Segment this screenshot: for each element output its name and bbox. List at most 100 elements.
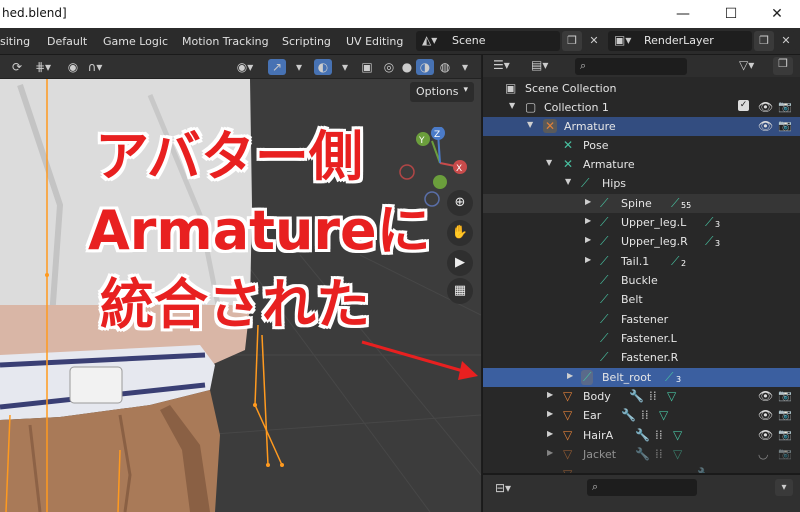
- list-item[interactable]: ▽ 🔧: [483, 465, 800, 473]
- expand-arrow-icon[interactable]: ▶: [567, 371, 573, 380]
- editor-type-icon[interactable]: ⊟▾: [495, 481, 511, 495]
- tab-sculpting[interactable]: siting: [0, 35, 30, 48]
- overlays-icon[interactable]: ◐: [314, 59, 332, 75]
- copy-scene-icon[interactable]: ❐: [562, 31, 582, 51]
- list-item[interactable]: ▶ ⟋ Upper_leg.L ⟋ 3: [483, 213, 800, 232]
- expand-arrow-icon[interactable]: ▼: [565, 177, 571, 186]
- properties-search-input[interactable]: ⌕: [587, 479, 697, 496]
- eye-icon[interactable]: 👁: [758, 408, 773, 422]
- list-item[interactable]: ▶ ⟋ Belt_root ⟋ 3: [483, 368, 800, 387]
- display-mode-icon[interactable]: ▤▾: [531, 58, 548, 72]
- chevron-down-icon[interactable]: ▾: [775, 479, 793, 496]
- list-item[interactable]: ⟋ Fastener.R: [483, 348, 800, 367]
- eye-icon[interactable]: 👁: [758, 428, 773, 442]
- editor-type-icon[interactable]: ☰▾: [493, 58, 510, 72]
- pose-icon: ✕: [563, 138, 574, 152]
- camera-icon[interactable]: 📷: [778, 428, 792, 441]
- camera-icon[interactable]: 📷: [778, 100, 792, 113]
- list-item[interactable]: ▼ ▢ Collection 1 ✓ 👁 📷: [483, 98, 800, 117]
- expand-arrow-icon[interactable]: ▶: [585, 235, 591, 244]
- expand-arrow-icon[interactable]: ▼: [509, 101, 515, 110]
- tab-game-logic[interactable]: Game Logic: [103, 35, 168, 48]
- hidden-eye-icon[interactable]: ◡: [758, 447, 768, 461]
- close-scene-icon[interactable]: ✕: [584, 31, 604, 51]
- falloff-icon[interactable]: ∩▾: [86, 59, 104, 75]
- close-button[interactable]: ✕: [754, 0, 800, 28]
- close-layer-icon[interactable]: ✕: [776, 31, 796, 51]
- snap-target-icon[interactable]: ⋕▾: [34, 59, 52, 75]
- list-item[interactable]: ▶ ▽ HairA 🔧 ⁞⁞ ▽ 👁 📷: [483, 426, 800, 445]
- copy-layer-icon[interactable]: ❐: [754, 31, 774, 51]
- pan-hand-icon[interactable]: ✋: [447, 220, 473, 246]
- list-item[interactable]: ▼ ⟋ Hips: [483, 174, 800, 193]
- solid-shading-icon[interactable]: ●: [398, 59, 416, 75]
- tab-uv-editing[interactable]: UV Editing: [346, 35, 403, 48]
- minimize-button[interactable]: —: [660, 0, 706, 28]
- expand-arrow-icon[interactable]: ▶: [547, 409, 553, 418]
- list-item[interactable]: ⟋ Fastener.L: [483, 329, 800, 348]
- list-item[interactable]: ⟋ Buckle: [483, 271, 800, 290]
- gizmo-dropdown-icon[interactable]: ▾: [290, 59, 308, 75]
- list-item[interactable]: ▼ ✕ Armature 👁 📷: [483, 117, 800, 136]
- expand-arrow-icon[interactable]: ▶: [547, 448, 553, 457]
- filter-icon[interactable]: ▽▾: [739, 58, 754, 72]
- 3d-viewport[interactable]: ⟳ ⋕▾ ◉ ∩▾ ◉▾ ↗ ▾ ◐ ▾ ▣ ◎ ● ◑ ◍ ▾ Options…: [0, 55, 481, 512]
- eye-icon[interactable]: 👁: [758, 119, 773, 133]
- bone-icon: ⟋: [600, 254, 609, 268]
- camera-view-icon[interactable]: ▶: [447, 250, 473, 276]
- view-layer-selector[interactable]: ▣▾ RenderLayer: [608, 31, 752, 51]
- tab-scripting[interactable]: Scripting: [282, 35, 331, 48]
- rendered-shading-icon[interactable]: ◍: [436, 59, 454, 75]
- list-item[interactable]: ▶ ▽ Body 🔧 ⁞⁞ ▽ 👁 📷: [483, 387, 800, 406]
- proportional-edit-icon[interactable]: ◉: [64, 59, 82, 75]
- collection-icon: ▢: [525, 100, 537, 114]
- zoom-icon[interactable]: ⊕: [447, 190, 473, 216]
- xray-icon[interactable]: ▣: [358, 59, 376, 75]
- list-item[interactable]: ⟋ Fastener: [483, 310, 800, 329]
- annotation-line-3: 統合された: [100, 273, 370, 336]
- wireframe-shading-icon[interactable]: ◎: [380, 59, 398, 75]
- maximize-button[interactable]: ☐: [708, 0, 754, 28]
- camera-icon[interactable]: 📷: [778, 408, 792, 421]
- vertex-groups-icon: ⁞⁞: [655, 447, 663, 461]
- tab-motion-tracking[interactable]: Motion Tracking: [182, 35, 269, 48]
- list-item[interactable]: ▶ ⟋ Spine ⟋ 55: [483, 194, 800, 213]
- list-item[interactable]: ▶ ⟋ Upper_leg.R ⟋ 3: [483, 232, 800, 251]
- expand-arrow-icon[interactable]: ▼: [546, 158, 552, 167]
- camera-icon[interactable]: 📷: [778, 447, 792, 460]
- list-item[interactable]: ✕ Pose: [483, 136, 800, 155]
- list-item[interactable]: ▼ ✕ Armature: [483, 155, 800, 174]
- expand-arrow-icon[interactable]: ▶: [585, 197, 591, 206]
- outliner-search-input[interactable]: ⌕: [575, 58, 687, 75]
- expand-arrow-icon[interactable]: ▶: [547, 390, 553, 399]
- list-item[interactable]: ⟋ Belt: [483, 290, 800, 309]
- list-item[interactable]: ▶ ▽ Jacket 🔧 ⁞⁞ ▽ ◡ 📷: [483, 445, 800, 464]
- camera-icon[interactable]: 📷: [778, 119, 792, 132]
- eye-icon[interactable]: 👁: [758, 389, 773, 403]
- overlays-dropdown-icon[interactable]: ▾: [336, 59, 354, 75]
- expand-arrow-icon[interactable]: ▼: [527, 120, 533, 129]
- expand-arrow-icon[interactable]: ▶: [585, 216, 591, 225]
- expand-arrow-icon[interactable]: ▶: [585, 255, 591, 264]
- properties-header: ⊟▾ ⌕ ▾: [482, 473, 800, 512]
- vertex-groups-icon: ⁞⁞: [649, 389, 657, 403]
- gizmo-toggle-icon[interactable]: ↗: [268, 59, 286, 75]
- tab-default[interactable]: Default: [47, 35, 87, 48]
- include-checkbox[interactable]: ✓: [738, 100, 749, 111]
- camera-icon[interactable]: 📷: [778, 389, 792, 402]
- expand-arrow-icon[interactable]: ▶: [547, 429, 553, 438]
- options-button[interactable]: Options ▾: [410, 82, 474, 102]
- list-item[interactable]: ▶ ⟋ Tail.1 ⟋ 2: [483, 252, 800, 271]
- perspective-grid-icon[interactable]: ▦: [447, 278, 473, 304]
- snap-icon[interactable]: ⟳: [8, 59, 26, 75]
- mesh-data-icon: ▽: [673, 428, 683, 442]
- eye-icon[interactable]: 👁: [758, 100, 773, 114]
- new-collection-icon[interactable]: ❐: [773, 57, 793, 75]
- list-item[interactable]: ▶ ▽ Ear 🔧 ⁞⁞ ▽ 👁 📷: [483, 406, 800, 425]
- list-item[interactable]: ▣ Scene Collection: [483, 79, 800, 98]
- mesh-object-icon: ▽: [563, 447, 573, 461]
- shading-dropdown-icon[interactable]: ▾: [456, 59, 474, 75]
- scene-selector[interactable]: ◭▾ Scene: [416, 31, 560, 51]
- material-shading-icon[interactable]: ◑: [416, 59, 434, 75]
- visibility-icon[interactable]: ◉▾: [236, 59, 254, 75]
